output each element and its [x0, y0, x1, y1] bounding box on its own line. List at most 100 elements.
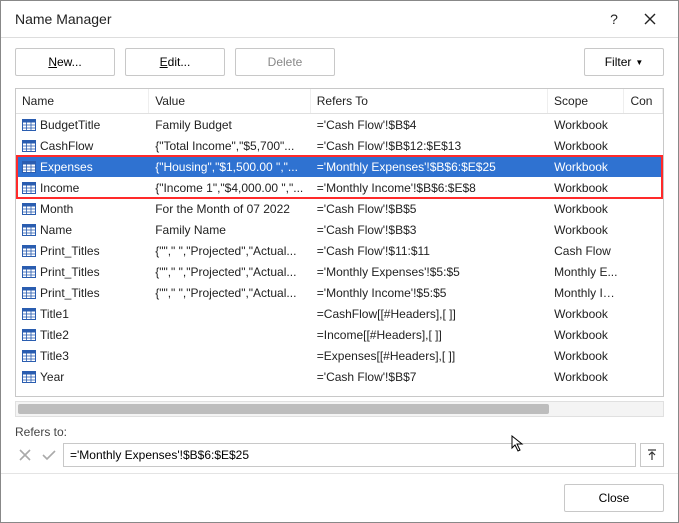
close-button[interactable]: Close [564, 484, 664, 512]
table-icon [22, 266, 36, 278]
table-icon [22, 371, 36, 383]
confirm-edit-icon[interactable] [39, 444, 59, 466]
refers-cell: =Expenses[[#Headers],[ ]] [311, 349, 548, 363]
table-row[interactable]: Expenses{"Housing","$1,500.00 ","...='Mo… [16, 156, 663, 177]
table-row[interactable]: Title2 =Income[[#Headers],[ ]]Workbook [16, 324, 663, 345]
name-cell: Title1 [40, 307, 69, 321]
table-icon [22, 224, 36, 236]
table-row[interactable]: Print_Titles {""," ","Projected","Actual.… [16, 240, 663, 261]
refers-cell: =CashFlow[[#Headers],[ ]] [311, 307, 548, 321]
scope-cell: Workbook [548, 328, 624, 342]
table-row[interactable]: Year ='Cash Flow'!$B$7Workbook [16, 366, 663, 387]
scope-cell: Workbook [548, 370, 624, 384]
value-cell: {"Total Income","$5,700"... [149, 139, 311, 153]
table-icon [22, 287, 36, 299]
col-value[interactable]: Value [149, 89, 311, 113]
edit-button[interactable]: Edit... [125, 48, 225, 76]
names-table: Name Value Refers To Scope Con BudgetTit… [15, 88, 664, 397]
refers-to-input[interactable] [63, 443, 636, 467]
help-button[interactable]: ? [596, 7, 632, 31]
table-icon [22, 119, 36, 131]
table-icon [22, 140, 36, 152]
table-body: BudgetTitleFamily Budget='Cash Flow'!$B$… [16, 114, 663, 396]
table-row[interactable]: Title3 =Expenses[[#Headers],[ ]]Workbook [16, 345, 663, 366]
scope-cell: Workbook [548, 307, 624, 321]
table-icon [22, 350, 36, 362]
name-cell: Title3 [40, 349, 69, 363]
scope-cell: Monthly In... [548, 286, 624, 300]
table-row[interactable]: Name Family Name='Cash Flow'!$B$3Workboo… [16, 219, 663, 240]
cancel-edit-icon[interactable] [15, 444, 35, 466]
scope-cell: Workbook [548, 349, 624, 363]
table-row[interactable]: Print_Titles {""," ","Projected","Actual.… [16, 282, 663, 303]
name-cell: Expenses [40, 160, 93, 174]
close-icon[interactable] [632, 7, 668, 31]
new-button[interactable]: New... [15, 48, 115, 76]
name-cell: Name [40, 223, 72, 237]
refers-to-section: Refers to: [1, 421, 678, 441]
table-icon [22, 182, 36, 194]
refers-cell: ='Cash Flow'!$11:$11 [311, 244, 548, 258]
table-icon [22, 329, 36, 341]
scope-cell: Workbook [548, 202, 624, 216]
name-cell: CashFlow [40, 139, 93, 153]
table-row[interactable]: Print_Titles {""," ","Projected","Actual.… [16, 261, 663, 282]
titlebar: Name Manager ? [1, 1, 678, 38]
table-row[interactable]: Income {"Income 1","$4,000.00 ","...='Mon… [16, 177, 663, 198]
value-cell: Family Name [149, 223, 311, 237]
table-row[interactable]: CashFlow{"Total Income","$5,700"...='Cas… [16, 135, 663, 156]
name-cell: Print_Titles [40, 265, 100, 279]
refers-cell: ='Monthly Income'!$5:$5 [311, 286, 548, 300]
col-name[interactable]: Name [16, 89, 149, 113]
expand-refedit-button[interactable] [640, 443, 664, 467]
name-cell: Print_Titles [40, 286, 100, 300]
scope-cell: Workbook [548, 181, 624, 195]
table-row[interactable]: Title1 =CashFlow[[#Headers],[ ]]Workbook [16, 303, 663, 324]
table-row[interactable]: Month For the Month of 07 2022='Cash Flo… [16, 198, 663, 219]
name-cell: Month [40, 202, 73, 216]
scope-cell: Workbook [548, 223, 624, 237]
chevron-down-icon: ▼ [635, 58, 643, 67]
value-cell: {""," ","Projected","Actual... [149, 244, 311, 258]
scope-cell: Workbook [548, 118, 624, 132]
refers-cell: ='Cash Flow'!$B$3 [311, 223, 548, 237]
col-scope[interactable]: Scope [548, 89, 624, 113]
scope-cell: Cash Flow [548, 244, 624, 258]
refers-cell: ='Monthly Income'!$B$6:$E$8 [311, 181, 548, 195]
refers-cell: =Income[[#Headers],[ ]] [311, 328, 548, 342]
horizontal-scrollbar[interactable] [15, 401, 664, 417]
value-cell: {""," ","Projected","Actual... [149, 265, 311, 279]
refers-cell: ='Monthly Expenses'!$5:$5 [311, 265, 548, 279]
filter-button[interactable]: Filter ▼ [584, 48, 664, 76]
scope-cell: Monthly E... [548, 265, 624, 279]
refers-cell: ='Monthly Expenses'!$B$6:$E$25 [311, 160, 548, 174]
name-cell: Year [40, 370, 64, 384]
toolbar: New... Edit... Delete Filter ▼ [1, 38, 678, 80]
scrollbar-thumb[interactable] [18, 404, 549, 414]
col-refers[interactable]: Refers To [311, 89, 548, 113]
name-cell: Title2 [40, 328, 69, 342]
table-header[interactable]: Name Value Refers To Scope Con [16, 89, 663, 114]
col-comment[interactable]: Con [624, 89, 663, 113]
table-row[interactable]: BudgetTitle Family Budget='Cash Flow'!$B$… [16, 114, 663, 135]
value-cell: {"Income 1","$4,000.00 ","... [149, 181, 311, 195]
name-manager-dialog: Name Manager ? New... Edit... Delete Fil… [0, 0, 679, 523]
value-cell: {""," ","Projected","Actual... [149, 286, 311, 300]
value-cell: For the Month of 07 2022 [149, 202, 311, 216]
name-cell: Print_Titles [40, 244, 100, 258]
table-icon [22, 245, 36, 257]
dialog-title: Name Manager [15, 11, 596, 27]
refers-cell: ='Cash Flow'!$B$4 [311, 118, 548, 132]
scope-cell: Workbook [548, 139, 624, 153]
name-cell: Income [40, 181, 79, 195]
table-icon [22, 308, 36, 320]
refers-to-label: Refers to: [15, 425, 664, 439]
value-cell: Family Budget [149, 118, 311, 132]
name-cell: BudgetTitle [40, 118, 100, 132]
refers-cell: ='Cash Flow'!$B$7 [311, 370, 548, 384]
table-icon [22, 161, 36, 173]
table-icon [22, 203, 36, 215]
scope-cell: Workbook [548, 160, 624, 174]
footer: Close [1, 473, 678, 522]
delete-button[interactable]: Delete [235, 48, 335, 76]
